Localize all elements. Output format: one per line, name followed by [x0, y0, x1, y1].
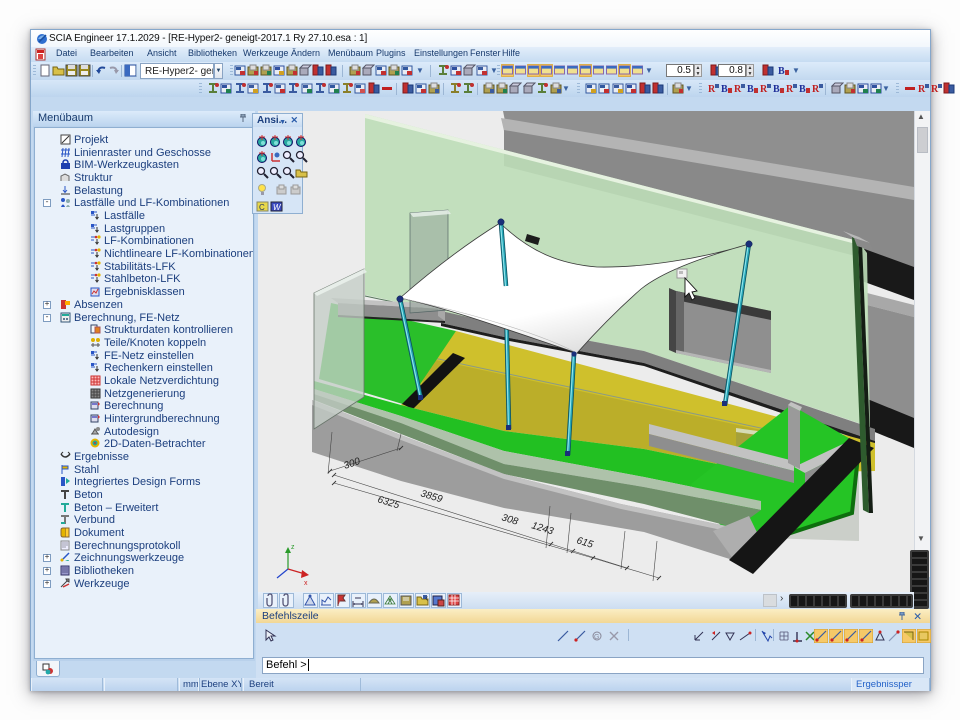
svg-text:R: R — [734, 84, 742, 95]
svg-text:B: B — [747, 84, 754, 95]
svg-text:G: G — [594, 634, 599, 641]
svg-text:R: R — [812, 84, 820, 95]
svg-text:B: B — [773, 84, 780, 95]
svg-text:R: R — [786, 84, 794, 95]
svg-text:z: z — [291, 544, 295, 551]
svg-text:B: B — [799, 84, 806, 95]
svg-text:R: R — [708, 84, 716, 95]
svg-text:R: R — [760, 84, 768, 95]
svg-text:B: B — [778, 66, 785, 77]
svg-text:R: R — [918, 84, 926, 95]
svg-text:R: R — [931, 84, 939, 95]
svg-text:B: B — [721, 84, 728, 95]
svg-text:C: C — [259, 203, 265, 212]
svg-text:x: x — [304, 580, 308, 587]
